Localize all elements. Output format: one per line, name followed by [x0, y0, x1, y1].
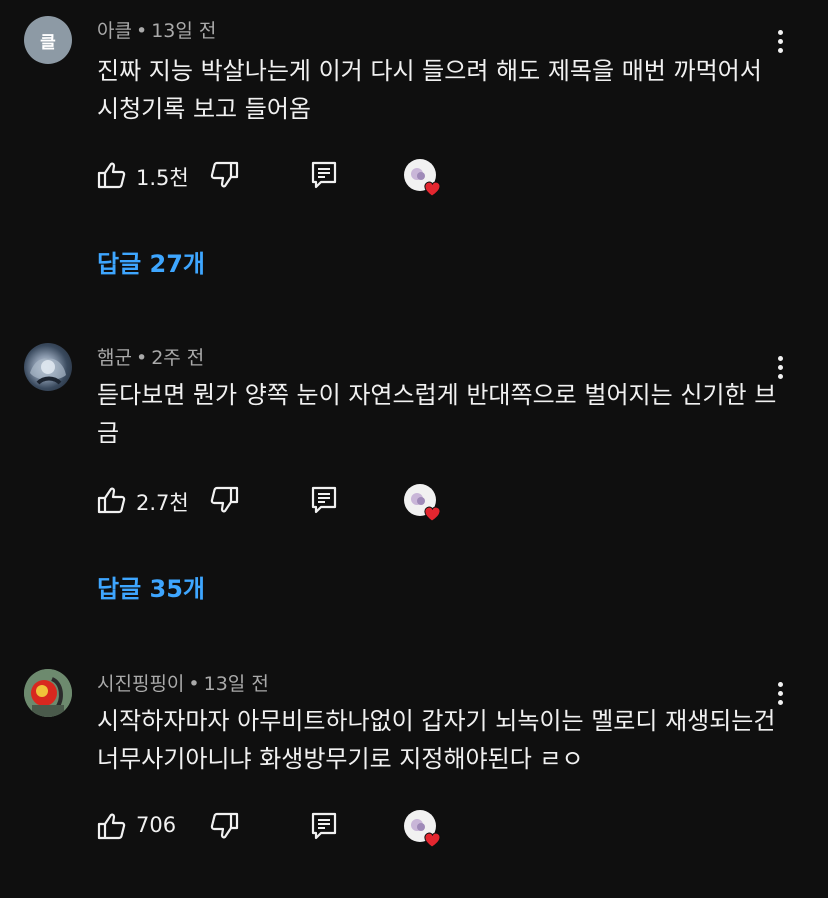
comment-thread: 시진핑핑이 • 13일 전 시작하자마자 아무비트하나없이 갑자기 뇌녹이는 멜로디… — [0, 0, 828, 898]
more-dot — [777, 699, 783, 705]
creator-heart-icon — [404, 810, 441, 848]
more-dot — [777, 681, 783, 687]
like-count: 706 — [136, 813, 177, 837]
avatar-image — [24, 669, 72, 717]
comment-meta: 시진핑핑이 • 13일 전 — [97, 669, 269, 696]
meta-separator: • — [188, 673, 200, 695]
comment-actions: 706 — [96, 810, 496, 848]
author-name[interactable]: 시진핑핑이 — [97, 673, 184, 695]
more-dot — [777, 690, 783, 696]
avatar[interactable] — [24, 669, 72, 717]
dislike-button[interactable] — [208, 810, 240, 842]
comment-text: 시작하자마자 아무비트하나없이 갑자기 뇌녹이는 멜로디 재생되는건 너무사기아… — [97, 707, 776, 773]
timestamp[interactable]: 13일 전 — [204, 673, 269, 695]
reply-button[interactable] — [308, 810, 340, 842]
like-button[interactable] — [96, 810, 128, 842]
